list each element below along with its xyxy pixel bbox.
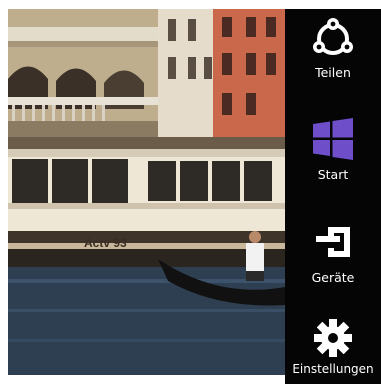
screen: Actv 93 Teilen Start Geräte Einstellunge… [0, 0, 381, 384]
devices-label: Geräte [311, 270, 355, 285]
devices-icon [313, 222, 353, 262]
gear-icon [313, 318, 353, 358]
charms-bar: Teilen Start Geräte Einstellungen [285, 9, 381, 384]
venice-scene: Actv 93 [8, 9, 285, 375]
devices-charm[interactable]: Geräte [285, 214, 381, 309]
start-charm[interactable]: Start [285, 109, 381, 209]
share-label: Teilen [315, 65, 351, 80]
boat-number-label: Actv 93 [84, 236, 127, 250]
start-label: Start [317, 167, 349, 182]
windows-logo-icon [311, 117, 355, 161]
background-photo: Actv 93 [8, 9, 285, 375]
settings-label: Einstellungen [292, 362, 374, 376]
settings-charm[interactable]: Einstellungen [285, 314, 381, 384]
share-icon [313, 18, 353, 58]
share-charm[interactable]: Teilen [285, 9, 381, 104]
